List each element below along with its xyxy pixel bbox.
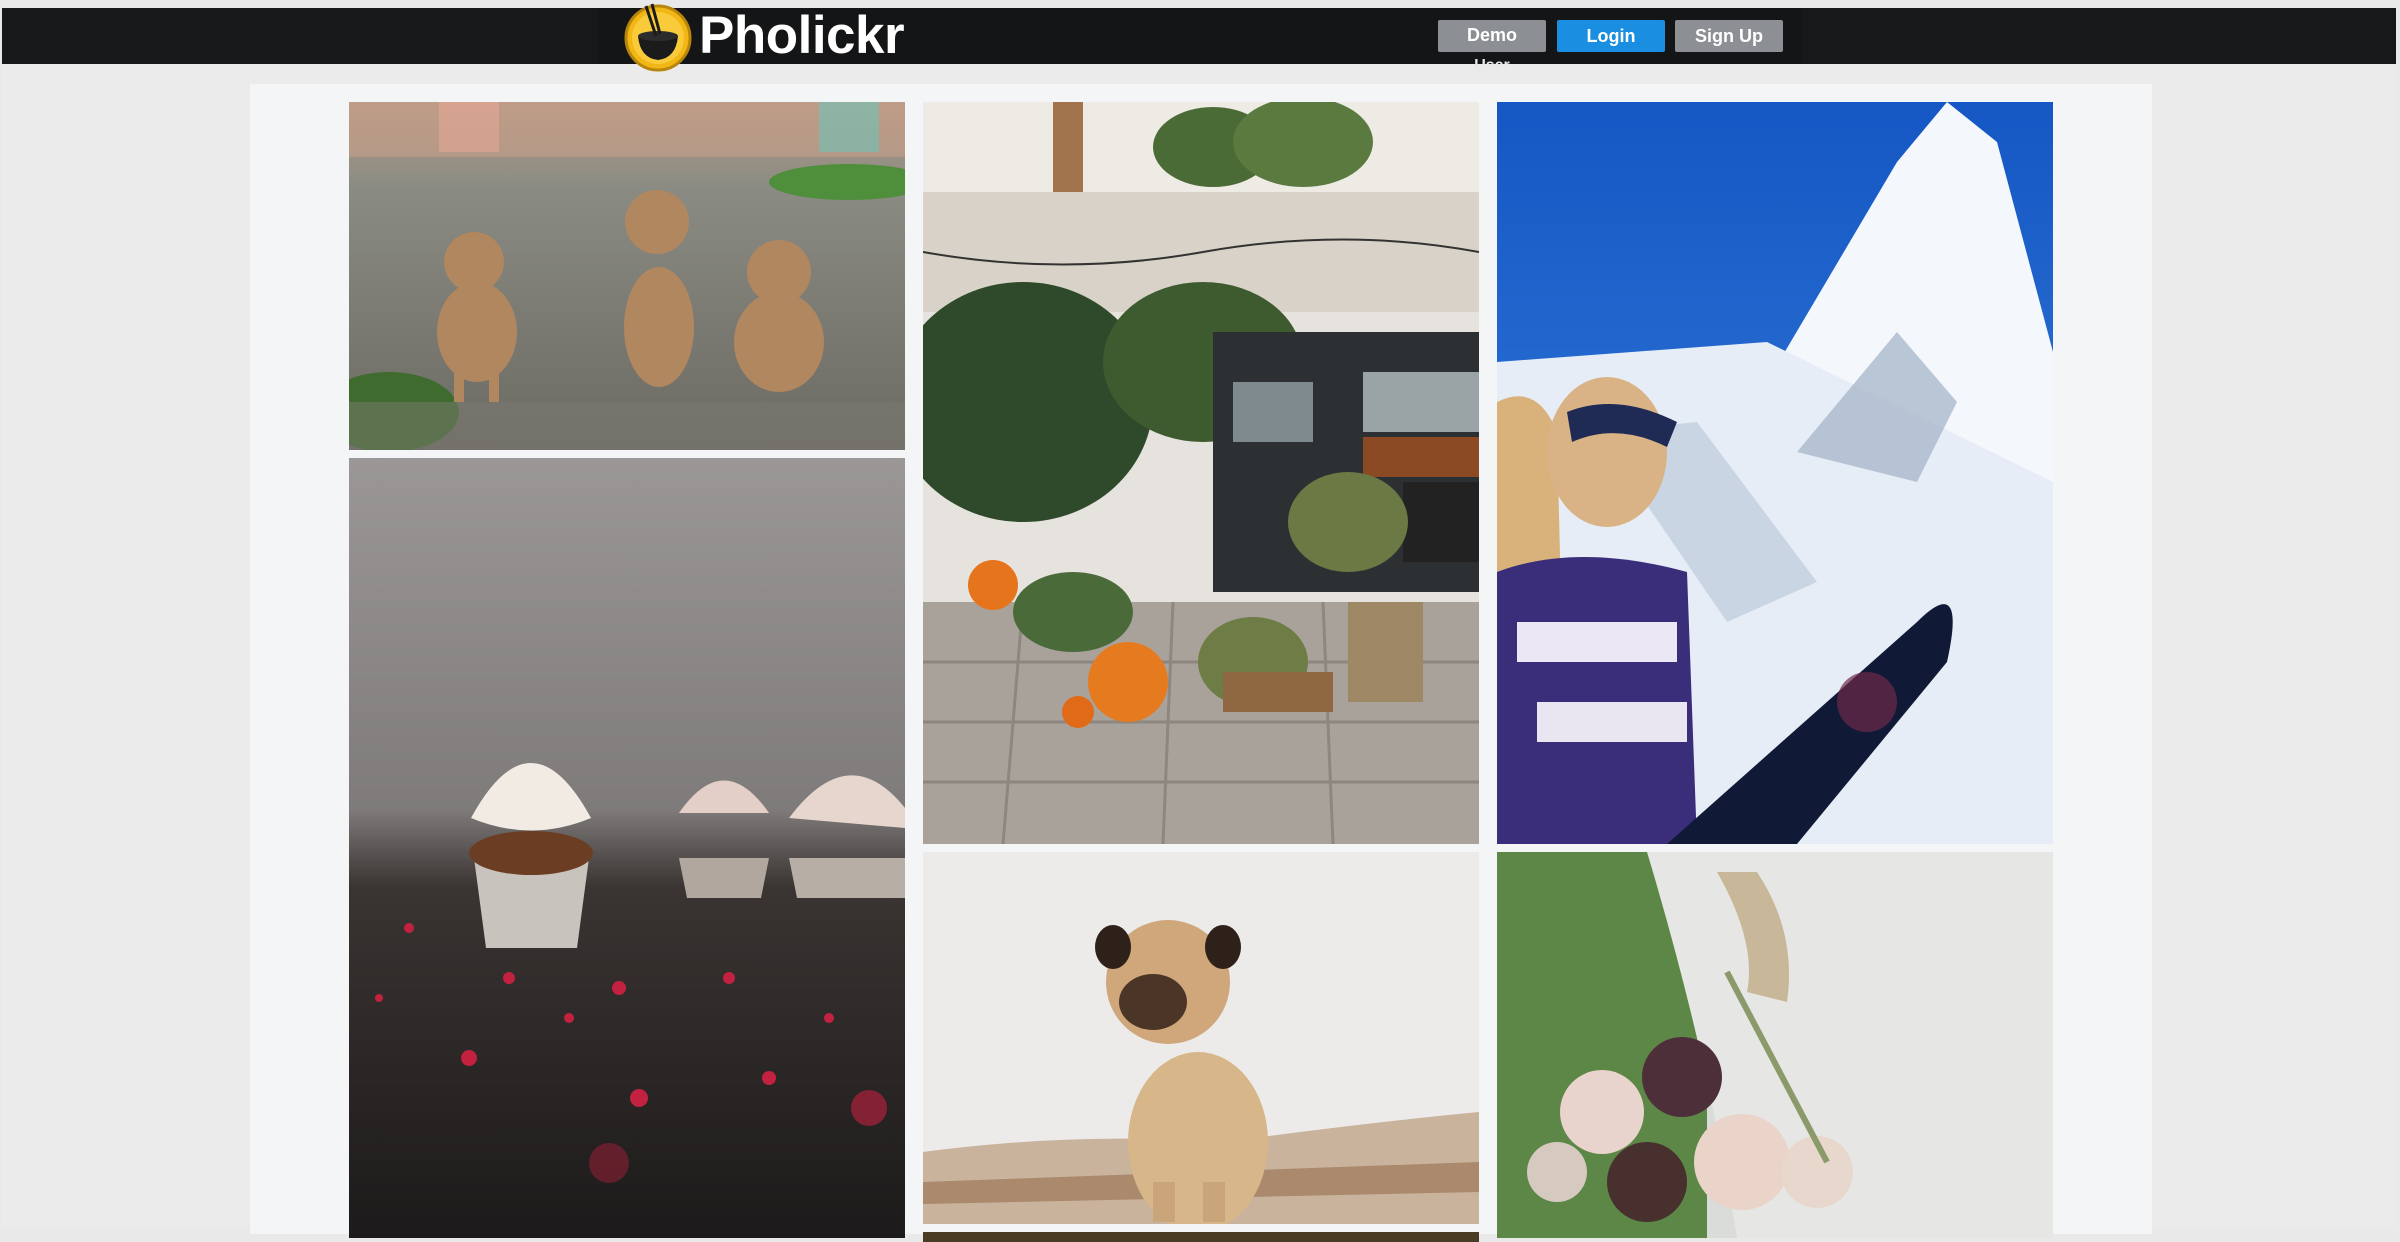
gallery-photo[interactable]: [923, 102, 1479, 844]
demo-user-label-line2: User: [1474, 57, 1510, 74]
gallery-photo[interactable]: [1497, 102, 2053, 844]
pholickr-logo-icon[interactable]: [622, 0, 694, 72]
app-frame: Pholickr Demo User Login Sign Up: [2, 3, 2396, 1242]
snowboarder-image: [1497, 102, 2053, 844]
gallery-photo[interactable]: [923, 852, 1479, 1224]
brand-name[interactable]: Pholickr: [699, 9, 905, 62]
login-button[interactable]: Login: [1557, 20, 1665, 52]
sign-up-button[interactable]: Sign Up: [1675, 20, 1783, 52]
demo-user-button[interactable]: Demo User: [1438, 20, 1546, 74]
pug-image: [923, 852, 1479, 1224]
gallery-photo[interactable]: [1497, 852, 2053, 1238]
photo-gallery: [250, 84, 2152, 1242]
food-truck-image: [923, 102, 1479, 844]
top-navigation-bar: Pholickr Demo User Login Sign Up: [2, 3, 2396, 74]
cupcakes-image: [349, 458, 905, 1238]
gallery-photo[interactable]: [923, 1232, 1479, 1242]
puppies-image: [349, 102, 905, 450]
gallery-photo[interactable]: [349, 458, 905, 1238]
demo-user-label-line1: Demo: [1466, 25, 1517, 45]
bouquet-image: [1497, 852, 2053, 1238]
gallery-photo[interactable]: [349, 102, 905, 450]
